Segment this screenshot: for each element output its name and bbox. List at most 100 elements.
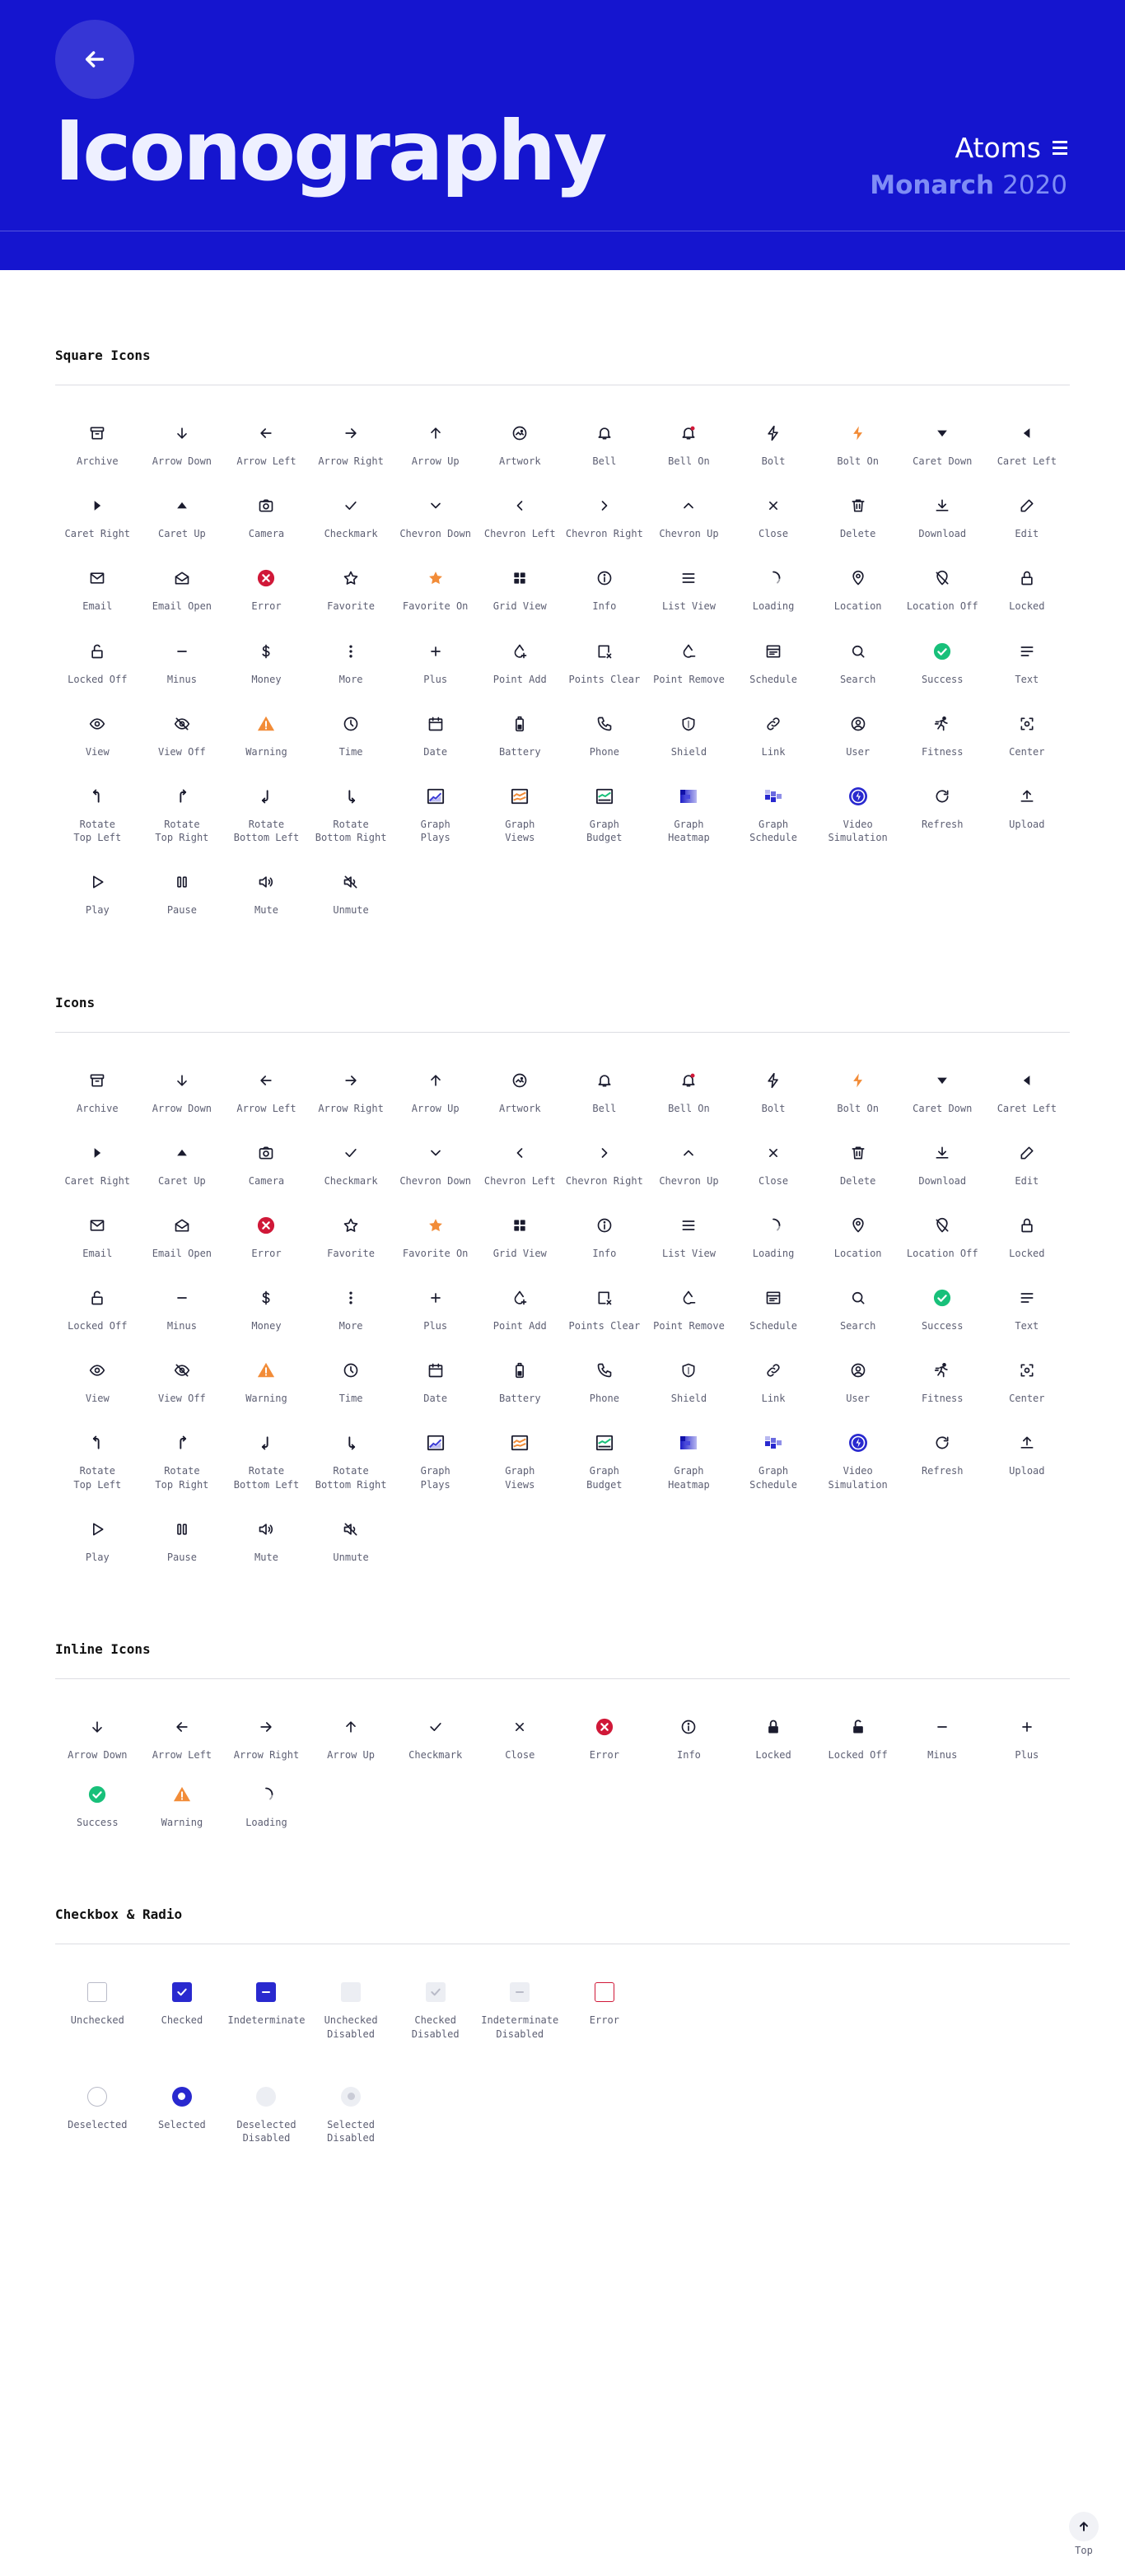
icon-tile-cb-checked[interactable]: Checked <box>140 1982 225 2040</box>
icon-label: Warning <box>245 745 287 758</box>
money-icon <box>256 1288 276 1308</box>
icon-label: Arrow Up <box>327 1749 375 1761</box>
back-to-top-button[interactable]: Top <box>1069 2512 1099 2556</box>
icon-tile-upload: Upload <box>985 786 1070 844</box>
icon-tile-arrow-up: Arrow Up <box>393 423 478 468</box>
atoms-menu[interactable]: Atoms <box>870 132 1067 164</box>
icon-label: Phone <box>589 1393 619 1405</box>
icon-tile-text: Text <box>985 642 1070 686</box>
icon-tile-email-open: Email Open <box>140 1216 225 1260</box>
play-icon <box>87 1519 107 1539</box>
icon-tile-pause: Pause <box>140 1519 225 1564</box>
icon-tile-rd-selected-disabled[interactable]: Selected Disabled <box>309 2086 394 2144</box>
icon-tile-location-off: Location Off <box>900 568 985 613</box>
icon-label: Mute <box>254 904 278 917</box>
icon-label: Favorite On <box>402 600 469 613</box>
icon-tile-rotate-top-left: Rotate Top Left <box>55 1433 140 1491</box>
icon-label: Chevron Left <box>483 528 556 540</box>
icon-label: Unchecked Disabled <box>324 2014 378 2040</box>
icon-tile-rd-deselected-disabled[interactable]: Deselected Disabled <box>224 2086 309 2144</box>
chevron-down-icon <box>426 496 446 516</box>
icon-tile-cb-unchecked-disabled[interactable]: Unchecked Disabled <box>309 1982 394 2040</box>
page: Iconography Atoms Monarch 2020 Square Ico… <box>0 0 1125 2576</box>
icon-label: Email Open <box>152 600 212 613</box>
more-icon <box>341 1288 361 1308</box>
section-inline-icons: Inline Icons Arrow Down Arrow Left Arrow Ri… <box>0 1564 1125 1829</box>
icon-tile-cb-checked-disabled[interactable]: Checked Disabled <box>393 1982 478 2040</box>
favorite-icon <box>341 568 361 588</box>
icon-label: Minus <box>166 1320 197 1332</box>
icon-tile-rotate-top-right: Rotate Top Right <box>140 1433 225 1491</box>
icon-tile-cb-unchecked[interactable]: Unchecked <box>55 1982 140 2040</box>
edit-icon <box>1017 496 1037 516</box>
icon-tile-chevron-down: Chevron Down <box>393 1143 478 1188</box>
icon-label: Arrow Right <box>318 455 384 467</box>
icon-label: Close <box>505 1749 535 1761</box>
icon-label: Shield <box>670 745 707 758</box>
icon-label: Loading <box>752 600 795 613</box>
icon-tile-video-simulation: Video Simulation <box>815 1433 900 1491</box>
arrow-up-icon <box>426 1071 446 1090</box>
cb-unchecked-disabled-icon <box>341 1982 362 2003</box>
favorite-icon <box>341 1216 361 1235</box>
icon-tile-rd-selected[interactable]: Selected <box>140 2086 225 2144</box>
caret-up-icon <box>172 1143 192 1163</box>
icon-label: Caret Down <box>913 455 973 467</box>
refresh-icon <box>932 1433 952 1453</box>
icon-tile-graph-schedule: Graph Schedule <box>731 786 816 844</box>
icon-tile-camera: Camera <box>224 1143 309 1188</box>
icon-tile-favorite: Favorite <box>309 1216 394 1260</box>
icon-tile-bell-on: Bell On <box>647 423 731 468</box>
icon-label: Shield <box>670 1393 707 1405</box>
icon-label: Graph Plays <box>420 818 450 844</box>
icon-tile-list-view: List View <box>647 568 731 613</box>
icon-tile-locked-off-solid: Locked Off <box>815 1717 900 1762</box>
icon-label: Location Off <box>906 1247 978 1259</box>
section-square-icons: Square Icons Archive Arrow Down Arrow Left A… <box>0 270 1125 917</box>
back-button[interactable] <box>55 20 134 99</box>
rd-selected-disabled-icon <box>341 2086 362 2107</box>
icon-tile-unmute: Unmute <box>309 872 394 917</box>
link-icon <box>763 1360 783 1380</box>
icon-tile-rd-deselected[interactable]: Deselected <box>55 2086 140 2144</box>
icon-tile-close: Close <box>478 1717 562 1762</box>
icon-tile-cb-indeterminate-disabled[interactable]: Indeterminate Disabled <box>478 1982 562 2040</box>
brand-block: Atoms Monarch 2020 <box>870 132 1067 200</box>
icon-tile-cb-indeterminate[interactable]: Indeterminate <box>224 1982 309 2040</box>
location-off-icon <box>932 1216 952 1235</box>
more-icon <box>341 642 361 661</box>
icon-label: Email <box>82 1247 113 1259</box>
icon-label: Locked Off <box>828 1749 888 1761</box>
locked-icon <box>1017 568 1037 588</box>
icon-tile-warning: Warning <box>224 1360 309 1405</box>
list-view-icon <box>679 568 698 588</box>
graph-schedule-icon <box>763 1433 783 1453</box>
icon-label: Schedule <box>749 673 797 685</box>
email-open-icon <box>172 568 192 588</box>
icon-tile-rotate-bottom-left: Rotate Bottom Left <box>224 1433 309 1491</box>
icon-tile-battery: Battery <box>478 714 562 758</box>
icon-tile-money: Money <box>224 1288 309 1332</box>
icon-label: Text <box>1015 1320 1039 1332</box>
icon-label: Arrow Up <box>411 455 460 467</box>
icon-label: Chevron Left <box>483 1174 556 1187</box>
fitness-icon <box>932 1360 952 1380</box>
icon-tile-edit: Edit <box>985 1143 1070 1188</box>
icon-tile-locked: Locked <box>985 1216 1070 1260</box>
icon-tile-cb-error[interactable]: Error <box>562 1982 647 2040</box>
icon-label: Arrow Right <box>318 1102 384 1114</box>
icon-label: Battery <box>498 1393 541 1405</box>
icon-tile-artwork: Artwork <box>478 423 562 468</box>
icon-label: Graph Plays <box>420 1465 450 1491</box>
icon-label: Points Clear <box>568 673 641 685</box>
icon-tile-points-clear: Points Clear <box>562 1288 647 1332</box>
icon-grid: Arrow Down Arrow Left Arrow Right Arrow Up C… <box>55 1717 1070 1829</box>
icon-label: Indeterminate <box>227 2014 306 2027</box>
icon-tile-shield: Shield <box>647 1360 731 1405</box>
icon-tile-download: Download <box>900 496 985 540</box>
icon-tile-location: Location <box>815 1216 900 1260</box>
icon-label: View <box>85 745 110 758</box>
icon-tile-loading: Loading <box>731 568 816 613</box>
icon-tile-list-view: List View <box>647 1216 731 1260</box>
icon-tile-refresh: Refresh <box>900 786 985 844</box>
